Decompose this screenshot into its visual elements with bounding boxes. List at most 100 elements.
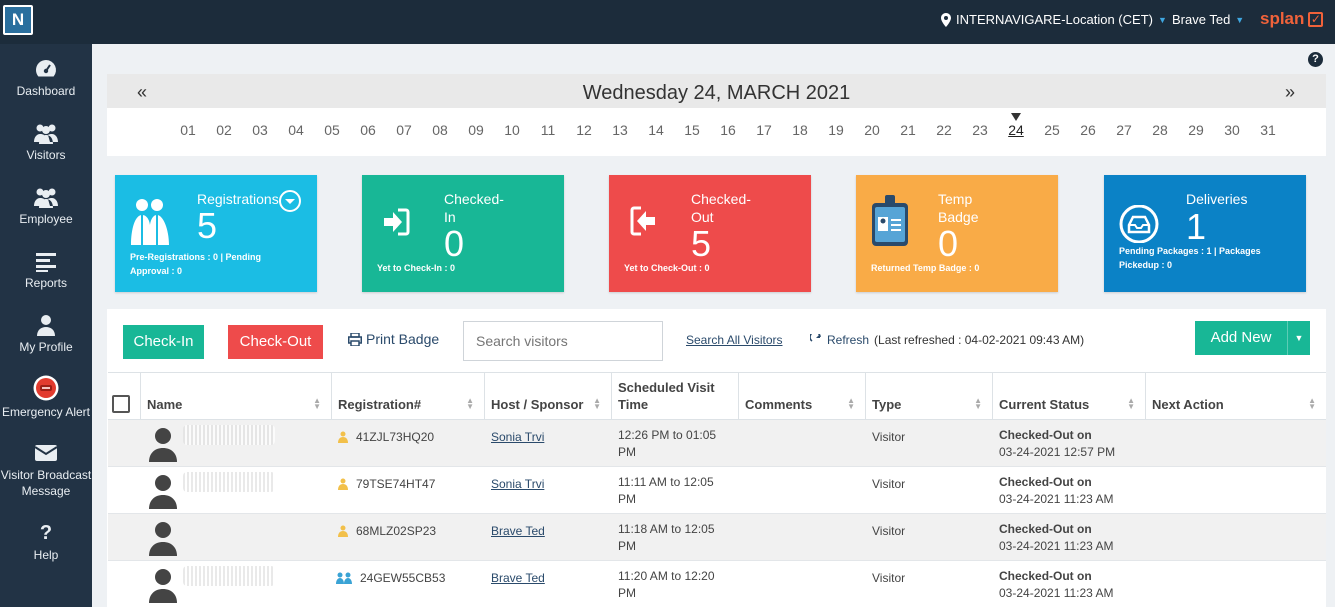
day-01[interactable]: 01 [176,122,200,138]
day-27[interactable]: 27 [1112,122,1136,138]
day-23[interactable]: 23 [968,122,992,138]
sidebar-item-broadcast[interactable]: Visitor Broadcast Message [0,442,92,499]
table-row[interactable]: 24GEW55CB53 Brave Ted 11:20 AM to 12:20 … [108,561,1326,607]
day-28[interactable]: 28 [1148,122,1172,138]
help-icon[interactable]: ? [1308,52,1323,67]
redacted-name [183,425,275,445]
sidebar-item-my-profile[interactable]: My Profile [0,314,92,355]
day-21[interactable]: 21 [896,122,920,138]
help-icon: ? [39,522,53,544]
day-08[interactable]: 08 [428,122,452,138]
day-31[interactable]: 31 [1256,122,1280,138]
location-selector[interactable]: INTERNAVIGARE-Location (CET) ▼ [941,12,1167,27]
add-new-label: Add New [1210,329,1272,346]
day-10[interactable]: 10 [500,122,524,138]
sidebar-item-label: My Profile [19,340,73,354]
visitor-type-icon [338,431,348,443]
day-29[interactable]: 29 [1184,122,1208,138]
day-11[interactable]: 11 [536,122,560,138]
sort-icon: ▲ ▼ [466,396,474,411]
column-header-host[interactable]: Host / Sponsor ▲ ▼ [485,373,612,420]
column-header-name[interactable]: Name ▲ ▼ [141,373,332,420]
host-link[interactable]: Brave Ted [491,570,545,587]
employee-icon [34,188,58,208]
location-label: INTERNAVIGARE-Location (CET) [956,12,1153,27]
day-09[interactable]: 09 [464,122,488,138]
sidebar-item-emergency-alert[interactable]: Emergency Alert [0,375,92,420]
day-17[interactable]: 17 [752,122,776,138]
day-05[interactable]: 05 [320,122,344,138]
registrations-card[interactable]: Registrations 5 Pre-Registrations : 0 | … [115,175,317,292]
search-input[interactable] [463,321,663,361]
sidebar-item-label: Help [33,548,59,562]
day-18[interactable]: 18 [788,122,812,138]
day-20[interactable]: 20 [860,122,884,138]
table-row[interactable]: 41ZJL73HQ20 Sonia Trvi 12:26 PM to 01:05… [108,420,1326,467]
deliveries-card[interactable]: Deliveries 1 Pending Packages : 1 | Pack… [1104,175,1306,292]
sidebar-item-dashboard[interactable]: Dashboard [0,58,92,99]
day-06[interactable]: 06 [356,122,380,138]
refresh-control[interactable]: Refresh (Last refreshed : 04-02-2021 09:… [810,333,1084,347]
chevron-down-circle-icon[interactable] [278,189,302,213]
day-04[interactable]: 04 [284,122,308,138]
checked-out-card[interactable]: Checked-Out 5 Yet to Check-Out : 0 [609,175,811,292]
day-02[interactable]: 02 [212,122,236,138]
next-month-button[interactable]: » [1285,82,1295,103]
day-22[interactable]: 22 [932,122,956,138]
refresh-icon [810,334,821,342]
sidebar-item-help[interactable]: ? Help [0,522,92,563]
app-logo[interactable]: N [3,5,33,35]
day-16[interactable]: 16 [716,122,740,138]
search-all-visitors-link[interactable]: Search All Visitors [686,333,783,347]
column-header-next-action[interactable]: Next Action ▲ ▼ [1146,373,1326,420]
day-19[interactable]: 19 [824,122,848,138]
add-new-button[interactable]: Add New ▼ [1195,321,1310,355]
select-all-checkbox[interactable] [112,395,130,413]
day-30[interactable]: 30 [1220,122,1244,138]
column-label: Scheduled Visit Time [618,380,715,412]
sidebar-item-visitors[interactable]: Visitors [0,122,92,163]
chevron-down-icon[interactable]: ▼ [1287,321,1310,355]
alert-icon [33,375,59,401]
column-header-status[interactable]: Current Status ▲ ▼ [993,373,1146,420]
day-25[interactable]: 25 [1040,122,1064,138]
day-13[interactable]: 13 [608,122,632,138]
day-07[interactable]: 07 [392,122,416,138]
check-out-button[interactable]: Check-Out [228,325,323,359]
column-header-registration[interactable]: Registration# ▲ ▼ [332,373,485,420]
user-menu[interactable]: Brave Ted ▼ [1172,12,1244,27]
day-12[interactable]: 12 [572,122,596,138]
brand-name: splan [1260,9,1305,28]
host-link[interactable]: Sonia Trvi [491,429,544,446]
registration-number: 79TSE74HT47 [356,477,436,491]
registration-cell: 79TSE74HT47 [338,477,435,491]
column-header-type[interactable]: Type ▲ ▼ [866,373,993,420]
sort-icon: ▲ ▼ [847,396,855,411]
sidebar-item-label: Visitor Broadcast Message [0,468,92,498]
selected-day-marker [1011,113,1021,121]
table-row[interactable]: 68MLZ02SP23 Brave Ted 11:18 AM to 12:05 … [108,514,1326,561]
day-26[interactable]: 26 [1076,122,1100,138]
day-03[interactable]: 03 [248,122,272,138]
host-link[interactable]: Sonia Trvi [491,476,544,493]
checked-in-card[interactable]: Checked-In 0 Yet to Check-In : 0 [362,175,564,292]
avatar-icon [149,475,177,509]
avatar-icon [149,569,177,603]
profile-icon [37,315,55,336]
day-15[interactable]: 15 [680,122,704,138]
avatar-icon [149,522,177,556]
day-24[interactable]: 24 [1004,122,1028,138]
check-in-button[interactable]: Check-In [123,325,204,359]
column-header-scheduled-time[interactable]: Scheduled Visit Time [612,373,739,420]
top-bar: N INTERNAVIGARE-Location (CET) ▼ Brave T… [0,0,1335,44]
host-link[interactable]: Brave Ted [491,523,545,540]
column-header-comments[interactable]: Comments ▲ ▼ [739,373,866,420]
column-label: Host / Sponsor [491,397,584,412]
table-row[interactable]: 79TSE74HT47 Sonia Trvi 11:11 AM to 12:05… [108,467,1326,514]
card-title: Checked-In [444,191,504,225]
temp-badge-card[interactable]: Temp Badge 0 Returned Temp Badge : 0 [856,175,1058,292]
sidebar-item-employee[interactable]: Employee [0,186,92,227]
sidebar-item-reports[interactable]: Reports [0,250,92,291]
print-badge-button[interactable]: Print Badge [348,331,439,347]
day-14[interactable]: 14 [644,122,668,138]
